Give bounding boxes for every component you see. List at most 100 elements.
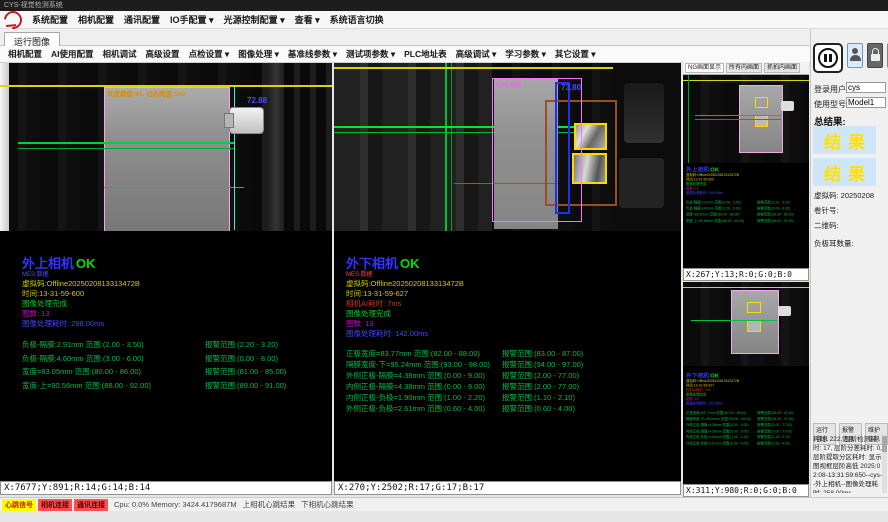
alarm-range: 报警范围:(89.00 - 91.00): [205, 379, 286, 393]
right-coordinate-bar: X:270;Y:2502;R:17;G:17;B:17: [334, 481, 681, 495]
green-measure-line: [691, 320, 777, 321]
feature-box-yellow: [747, 320, 761, 332]
alarm-range: 报警范围:(83.00 - 87.00): [502, 348, 583, 359]
measurement-text: 内侧正极-负极=1.90mm 范围:(1.00 - 2.20): [346, 393, 485, 402]
measurement-row: 外侧正极-负极=2.61mm 范围:(0.60 - 4.00)报警范围:(0.6…: [686, 440, 812, 446]
elapsed-line: 图像处理耗时: 142.00ms: [346, 329, 490, 339]
pause-button[interactable]: [813, 43, 843, 73]
machinery-bar: [268, 63, 284, 231]
ng-view-coordinate-bar: X:267;Y:13;R:0;G:0;B:0: [683, 268, 809, 281]
green-measure-line: [695, 119, 781, 120]
toolbar-item-baseline-params[interactable]: 基准线参数 ▾: [288, 48, 337, 60]
camera-title: 外上相机: [686, 166, 709, 173]
left-camera-panel: 灰度阈值:93, 动态阈值:100 72.88 外上相机OK MES:数据 虚拟…: [0, 63, 332, 481]
menu-item-system-config[interactable]: 系统配置: [32, 13, 68, 26]
process-done-line: 图像处理完成: [22, 299, 151, 309]
alarm-range: 报警范围:(1.10 - 2.10): [502, 392, 575, 403]
snapshot-view-panel: 外下相机OK 虚拟码:Offline2025020813313472B 时间:1…: [683, 282, 809, 497]
left-coordinate-bar: X:7677;Y:891;R:14;G:14;B:14: [0, 481, 332, 495]
toolbar-item-other-settings[interactable]: 其它设置 ▾: [555, 48, 596, 60]
toolbar-item-advanced-settings[interactable]: 高级设置: [146, 48, 180, 60]
toolbar-item-image-processing[interactable]: 图像处理 ▾: [238, 48, 279, 60]
toolbar-item-test-item-params[interactable]: 测试项参数 ▾: [346, 48, 395, 60]
mes-status: MES:数据: [22, 271, 151, 279]
log-scrollbar[interactable]: [882, 435, 887, 493]
measurement-text: 内侧正极-隔膜=4.38mm 范围:(0.00 - 9.00): [346, 382, 485, 391]
yellow-reference-line: [683, 287, 809, 288]
lower-camera-result-status: 下相机心跳结果: [301, 499, 354, 510]
tab-connector: [781, 101, 794, 111]
toolbar-item-spot-check-settings[interactable]: 点检设置 ▾: [189, 48, 230, 60]
menu-item-comm-config[interactable]: 通讯配置: [124, 13, 160, 26]
feature-box-yellow: [755, 115, 768, 127]
status-badge: OK: [76, 256, 96, 271]
measurement-text: 宽度=83.05mm 范围:(80.00 - 86.00): [22, 367, 141, 376]
ng-view-tabs: NG画面显示 所有内画面 抓拍内画面: [683, 62, 809, 75]
menu-item-language-switch[interactable]: 系统语言切换: [330, 13, 384, 26]
tab-connector: [229, 107, 264, 134]
measurement-row: 隔膜宽度-下=95.24mm 范围:(93.00 - 98.00)报警范围:(9…: [346, 359, 490, 370]
right-camera-image[interactable]: AI检测框 73.80: [334, 63, 681, 231]
green-vertical-line: [451, 63, 452, 231]
measurement-text: 内侧正极-隔膜=4.38mm 范围:(0.00 - 9.00): [686, 429, 749, 433]
alarm-range: 报警范围:(2.00 - 77.00): [502, 381, 579, 392]
ng-view-results-mini: 外上相机OK 虚拟码:Offline2025020813313472B 时间:1…: [686, 166, 812, 224]
model-input[interactable]: [846, 97, 886, 108]
tab-ng-display[interactable]: NG画面显示: [685, 63, 724, 73]
overexposed-band: [0, 63, 9, 231]
toolbar-item-ai-usage-config[interactable]: AI使用配置: [51, 48, 94, 60]
right-camera-results: 外下相机OK MES:数据 虚拟码:Offline202502081331347…: [346, 256, 490, 414]
ng-view-image[interactable]: [683, 75, 809, 163]
measurement-text: 负极-隔膜:4.60mm 范围:(3.00 - 6.00): [686, 206, 741, 210]
status-badge: OK: [710, 372, 719, 379]
status-badge: OK: [400, 256, 420, 271]
barcode-line: 虚拟码:Offline2025020813313472B: [22, 279, 151, 289]
time-line: 时间:13-31-59-627: [346, 289, 490, 299]
alarm-range: 报警范围:(0.00 - 8.00): [205, 352, 278, 366]
menu-item-io-config[interactable]: IO手配置 ▾: [170, 13, 214, 26]
menu-item-camera-config[interactable]: 相机配置: [78, 13, 114, 26]
menu-item-light-control-config[interactable]: 光源控制配置 ▾: [224, 13, 285, 26]
comm-link-status-badge: 通讯连接: [74, 499, 108, 511]
machinery-part: [619, 158, 664, 208]
turns-line: 圈数: 13: [346, 319, 490, 329]
menu-item-view[interactable]: 查看 ▾: [295, 13, 320, 26]
camera-title-line: 外下相机OK: [346, 256, 490, 271]
left-camera-image[interactable]: 灰度阈值:93, 动态阈值:100 72.88: [0, 63, 332, 231]
alarm-range: 报警范围:(0.60 - 4.00): [757, 440, 790, 446]
camera-title: 外上相机: [22, 256, 74, 271]
time-line: 时间:13-31-59-600: [22, 289, 151, 299]
pause-icon: [818, 48, 838, 68]
upper-camera-result-status: 上相机心跳结果: [243, 499, 296, 510]
result-box-lower: 结果: [813, 158, 876, 186]
result-box-upper: 结果: [813, 126, 876, 154]
menu-bar: 系统配置 相机配置 通讯配置 IO手配置 ▾ 光源控制配置 ▾ 查看 ▾ 系统语…: [0, 11, 888, 29]
login-user-button[interactable]: [847, 43, 863, 68]
camera-title-line: 外上相机OK: [686, 166, 812, 173]
measurement-text: 隔膜宽度-下=95.24mm 范围:(93.00 - 98.00): [686, 417, 751, 421]
snapshot-view-results-mini: 外下相机OK 虚拟码:Offline2025020813313472B 时间:1…: [686, 372, 812, 446]
toolbar-item-camera-debug[interactable]: 相机调试: [103, 48, 137, 60]
log-scrollbar-thumb[interactable]: [882, 436, 887, 452]
machinery-right: [252, 63, 332, 231]
yellow-reference-line: [334, 67, 619, 69]
login-user-input[interactable]: [846, 82, 886, 93]
toolbar-item-learning-params[interactable]: 学习参数 ▾: [505, 48, 546, 60]
toolbar-item-camera-config[interactable]: 相机配置: [8, 48, 42, 60]
snapshot-view-image[interactable]: [683, 282, 809, 366]
process-done-line: 图像处理完成: [346, 309, 490, 319]
control-buttons: [813, 43, 888, 73]
tab-snapshot-frames[interactable]: 抓拍内画面: [764, 63, 800, 73]
heartbeat-status-badge: 心跳信号: [2, 499, 36, 511]
tab-all-frames[interactable]: 所有内画面: [726, 63, 762, 73]
toolbar-item-plc-address-table[interactable]: PLC地址表: [404, 48, 447, 60]
run-log[interactable]: 耗时: 222, 层阶检测耗时: 17, 层阶分差耗时: 0, 层阶提取分区耗时…: [813, 435, 882, 493]
feature-box-yellow: [747, 302, 761, 313]
lock-button[interactable]: [867, 43, 883, 68]
measurement-row: 宽度-上=90.56mm 范围:(88.00 - 92.00)报警范围:(89.…: [22, 379, 151, 393]
measurement-row: 负极-隔膜:2.91mm 范围:(2.00 - 3.50)报警范围:(2.20 …: [22, 338, 151, 352]
tab-connector-stem: [224, 113, 234, 128]
toolbar-item-advanced-debug[interactable]: 高级调试 ▾: [456, 48, 497, 60]
ai-box-label: AI检测框: [496, 79, 522, 89]
tab-connector: [778, 306, 791, 316]
